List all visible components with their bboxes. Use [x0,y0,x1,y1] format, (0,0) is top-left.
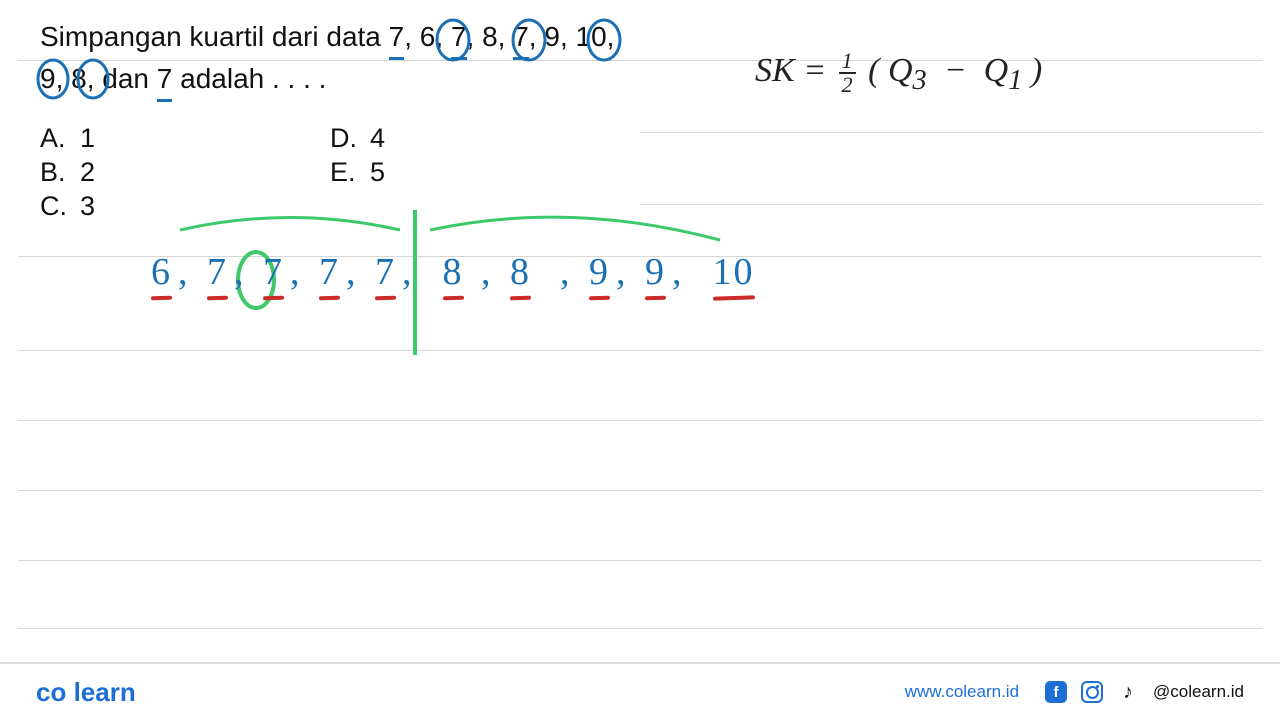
answer-options: A.1 D.4 B.2 E.5 C.3 [40,122,385,223]
data-val-4: 7 [513,18,529,60]
facebook-icon[interactable]: f [1045,681,1067,703]
instagram-icon[interactable] [1081,681,1103,703]
data-val-7: 9 [40,60,56,98]
option-d-label: D. [330,122,370,156]
question-suffix: adalah . . . . [180,63,326,94]
formula-q3: Q3 [888,52,927,89]
option-e-label: E. [330,156,370,190]
sorted-8: 9 [645,250,666,294]
ruled-background [0,0,1280,720]
green-arc-right-icon [430,217,720,240]
formula-close: ) [1031,52,1042,89]
brand-logo: co learn [36,677,136,708]
handwriting-overlay [0,0,1280,720]
data-val-2: 7 [451,18,467,60]
option-a: 1 [80,123,95,153]
data-val-0: 7 [389,18,405,60]
data-val-1: 6 [420,18,436,56]
logo-co: co [36,677,66,707]
data-val-3: 8 [482,18,498,56]
footer-url[interactable]: www.colearn.id [905,682,1019,702]
sorted-5: 8 [443,250,464,294]
sorted-9: 10 [713,250,755,294]
sorted-data-row: 6, 7, 7, 7, 7, 8 , 8 , 9, 9, 10 [145,250,761,294]
sorted-1: 7 [207,250,228,294]
option-c-label: C. [40,190,80,224]
formula-lhs: SK [755,52,795,89]
footer-right: www.colearn.id f ♪ @colearn.id [905,681,1244,703]
data-val-5: 9 [544,18,560,56]
sorted-6: 8 [510,250,531,294]
formula-q1: Q1 [984,52,1023,89]
formula-minus: − [944,52,967,89]
option-b: 2 [80,157,95,187]
footer-bar: co learn www.colearn.id f ♪ @colearn.id [0,662,1280,720]
formula-open: ( [868,52,879,89]
sorted-2: 7 [263,250,284,294]
logo-learn: learn [74,677,136,707]
formula-eq: = [803,52,826,89]
data-val-6: 10 [576,18,607,56]
sorted-3: 7 [319,250,340,294]
tiktok-icon[interactable]: ♪ [1117,681,1139,703]
question-dan: dan [102,63,157,94]
question-prefix: Simpangan kuartil dari data [40,21,389,52]
option-b-label: B. [40,156,80,190]
option-a-label: A. [40,122,80,156]
sorted-7: 9 [589,250,610,294]
question-text: Simpangan kuartil dari data 7, 6, 7, 8, … [40,18,640,102]
formula-fraction: 1 2 [839,50,856,96]
data-val-last: 7 [157,60,173,102]
data-val-8: 8 [71,60,87,98]
sorted-4: 7 [375,250,396,294]
logo-dot-icon [66,677,73,707]
option-d: 4 [370,123,385,153]
footer-handle[interactable]: @colearn.id [1153,682,1244,702]
option-e: 5 [370,157,385,187]
formula-sk: SK = 1 2 ( Q3 − Q1 ) [755,50,1042,97]
option-c: 3 [80,191,95,221]
sorted-0: 6 [151,250,172,294]
